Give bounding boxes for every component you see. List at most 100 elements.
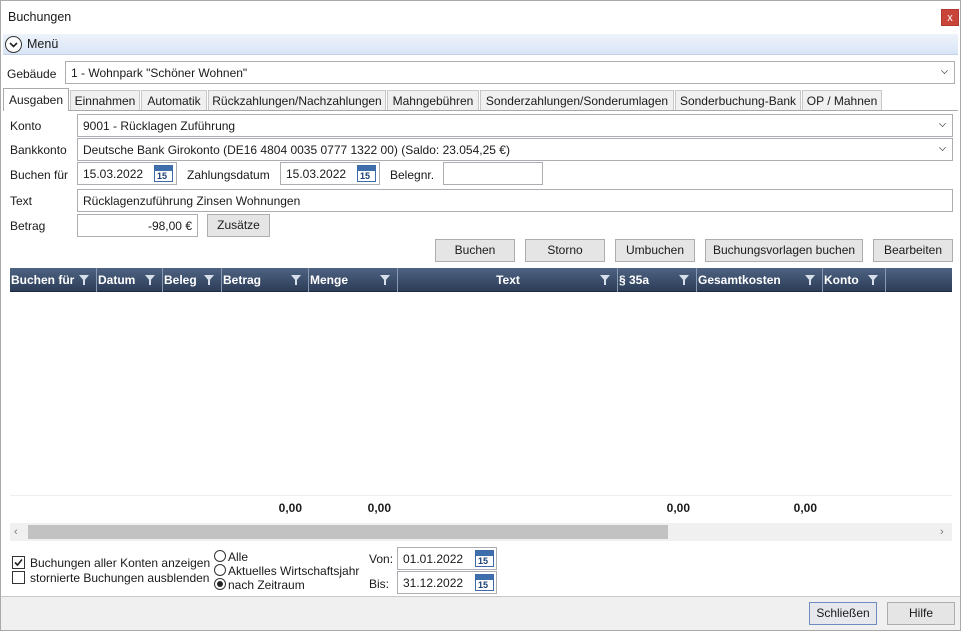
col-par35a[interactable]: § 35a (618, 268, 697, 292)
belegnr-input[interactable] (443, 162, 543, 185)
building-label: Gebäude (7, 67, 57, 81)
text-value: Rücklagenzuführung Zinsen Wohnungen (83, 194, 301, 208)
konto-value: 9001 - Rücklagen Zuführung (83, 119, 236, 133)
show-all-accounts-checkbox[interactable] (12, 556, 25, 569)
bankkonto-select[interactable]: Deutsche Bank Girokonto (DE16 4804 0035 … (77, 138, 953, 161)
menu-label[interactable]: Menü (27, 37, 58, 51)
konto-select[interactable]: 9001 - Rücklagen Zuführung (77, 114, 953, 137)
col-buchen-fuer[interactable]: Buchen für (10, 268, 97, 292)
bearbeiten-button[interactable]: Bearbeiten (873, 239, 953, 262)
calendar-icon[interactable]: 15 (475, 574, 494, 591)
sum-menge: 0,00 (367, 501, 391, 515)
col-label: § 35a (619, 273, 650, 287)
zahlungsdatum-label: Zahlungsdatum (187, 168, 270, 182)
col-betrag[interactable]: Betrag (222, 268, 309, 292)
bis-value: 31.12.2022 (403, 576, 464, 590)
bankkonto-label: Bankkonto (10, 143, 67, 157)
tab-sonderzahlungen[interactable]: Sonderzahlungen/Sonderumlagen (480, 90, 674, 110)
betrag-input[interactable]: -98,00 € (77, 214, 198, 237)
filter-icon[interactable] (291, 275, 301, 285)
konto-label: Konto (10, 119, 42, 133)
col-beleg[interactable]: Beleg (163, 268, 222, 292)
radio-fiscal-year-label[interactable]: Aktuelles Wirtschaftsjahr (228, 564, 359, 578)
col-label: Text (496, 273, 520, 287)
tab-strip: Ausgaben Einnahmen Automatik Rückzahlung… (3, 88, 958, 111)
scrollbar-thumb[interactable] (28, 525, 668, 539)
building-value: 1 - Wohnpark "Schöner Wohnen" (71, 66, 248, 80)
sum-gesamtkosten: 0,00 (793, 501, 817, 515)
menu-bar[interactable]: Menü (3, 34, 958, 55)
chevron-down-icon[interactable] (5, 36, 22, 53)
tab-ausgaben[interactable]: Ausgaben (3, 88, 69, 111)
von-value: 01.01.2022 (403, 552, 464, 566)
calendar-icon[interactable]: 15 (154, 165, 173, 182)
filter-icon[interactable] (204, 275, 214, 285)
col-text[interactable]: Text (398, 268, 618, 292)
title-bar: Buchungen x (1, 1, 960, 33)
col-label: Datum (98, 273, 136, 287)
chevron-right-icon[interactable]: › (940, 526, 944, 538)
zusaetze-button[interactable]: Zusätze (207, 214, 270, 237)
hide-cancelled-label[interactable]: stornierte Buchungen ausblenden (30, 571, 209, 585)
bookings-window: Buchungen x Menü Gebäude 1 - Wohnpark "S… (0, 0, 961, 631)
bankkonto-value: Deutsche Bank Girokonto (DE16 4804 0035 … (83, 143, 510, 157)
filter-icon[interactable] (600, 275, 610, 285)
close-dialog-button[interactable]: Schließen (809, 602, 877, 625)
col-konto[interactable]: Konto (823, 268, 886, 292)
col-label: Betrag (223, 273, 262, 287)
horizontal-scrollbar[interactable]: ‹ › (10, 523, 952, 541)
checkmark-icon (14, 558, 23, 567)
buchen-fuer-value: 15.03.2022 (83, 167, 144, 181)
radio-fiscal-year[interactable] (214, 564, 226, 576)
filter-icon[interactable] (868, 275, 878, 285)
hide-cancelled-checkbox[interactable] (12, 571, 25, 584)
chevron-down-icon (941, 67, 948, 74)
tab-einnahmen[interactable]: Einnahmen (70, 90, 140, 110)
tab-panel-border (3, 110, 958, 111)
radio-period-label[interactable]: nach Zeitraum (228, 578, 305, 592)
building-select[interactable]: 1 - Wohnpark "Schöner Wohnen" (65, 61, 955, 84)
sum-par35a: 0,00 (666, 501, 690, 515)
chevron-left-icon[interactable]: ‹ (14, 526, 18, 538)
tab-sonderbuchung-bank[interactable]: Sonderbuchung-Bank (675, 90, 801, 110)
storno-button[interactable]: Storno (525, 239, 605, 262)
bis-label: Bis: (369, 577, 390, 591)
tab-automatik[interactable]: Automatik (141, 90, 207, 110)
tab-rueckzahlungen[interactable]: Rückzahlungen/Nachzahlungen (208, 90, 386, 110)
tab-op-mahnen[interactable]: OP / Mahnen (802, 90, 882, 110)
radio-all[interactable] (214, 550, 226, 562)
text-input[interactable]: Rücklagenzuführung Zinsen Wohnungen (77, 189, 953, 212)
filter-icon[interactable] (679, 275, 689, 285)
col-label: Buchen für (11, 273, 75, 287)
sum-betrag: 0,00 (278, 501, 302, 515)
col-menge[interactable]: Menge (309, 268, 398, 292)
filter-icon[interactable] (145, 275, 155, 285)
grid-summary-row: 0,00 0,00 0,00 0,00 (10, 495, 952, 519)
radio-all-label[interactable]: Alle (228, 550, 248, 564)
umbuchen-button[interactable]: Umbuchen (615, 239, 695, 262)
col-label: Gesamtkosten (698, 273, 781, 287)
filter-icon[interactable] (805, 275, 815, 285)
belegnr-label: Belegnr. (390, 168, 435, 182)
betrag-value: -98,00 € (147, 219, 192, 233)
filter-icon[interactable] (380, 275, 390, 285)
tab-mahngebuehren[interactable]: Mahngebühren (387, 90, 479, 110)
grid-header: Buchen für Datum Beleg Betrag Menge Text… (10, 268, 952, 292)
window-title: Buchungen (8, 10, 72, 24)
buchen-button[interactable]: Buchen (435, 239, 515, 262)
col-gesamtkosten[interactable]: Gesamtkosten (697, 268, 823, 292)
calendar-icon[interactable]: 15 (357, 165, 376, 182)
close-button[interactable]: x (941, 9, 959, 26)
zahlungsdatum-value: 15.03.2022 (286, 167, 347, 181)
radio-period[interactable] (214, 578, 226, 590)
col-label: Menge (310, 273, 349, 287)
calendar-icon[interactable]: 15 (475, 550, 494, 567)
bookings-grid-body[interactable] (10, 292, 952, 495)
help-button[interactable]: Hilfe (887, 602, 955, 625)
col-label: Beleg (164, 273, 197, 287)
show-all-accounts-label[interactable]: Buchungen aller Konten anzeigen (30, 556, 210, 570)
buchen-fuer-label: Buchen für (10, 168, 69, 182)
col-datum[interactable]: Datum (97, 268, 163, 292)
filter-icon[interactable] (79, 275, 89, 285)
buchungsvorlagen-button[interactable]: Buchungsvorlagen buchen (705, 239, 863, 262)
